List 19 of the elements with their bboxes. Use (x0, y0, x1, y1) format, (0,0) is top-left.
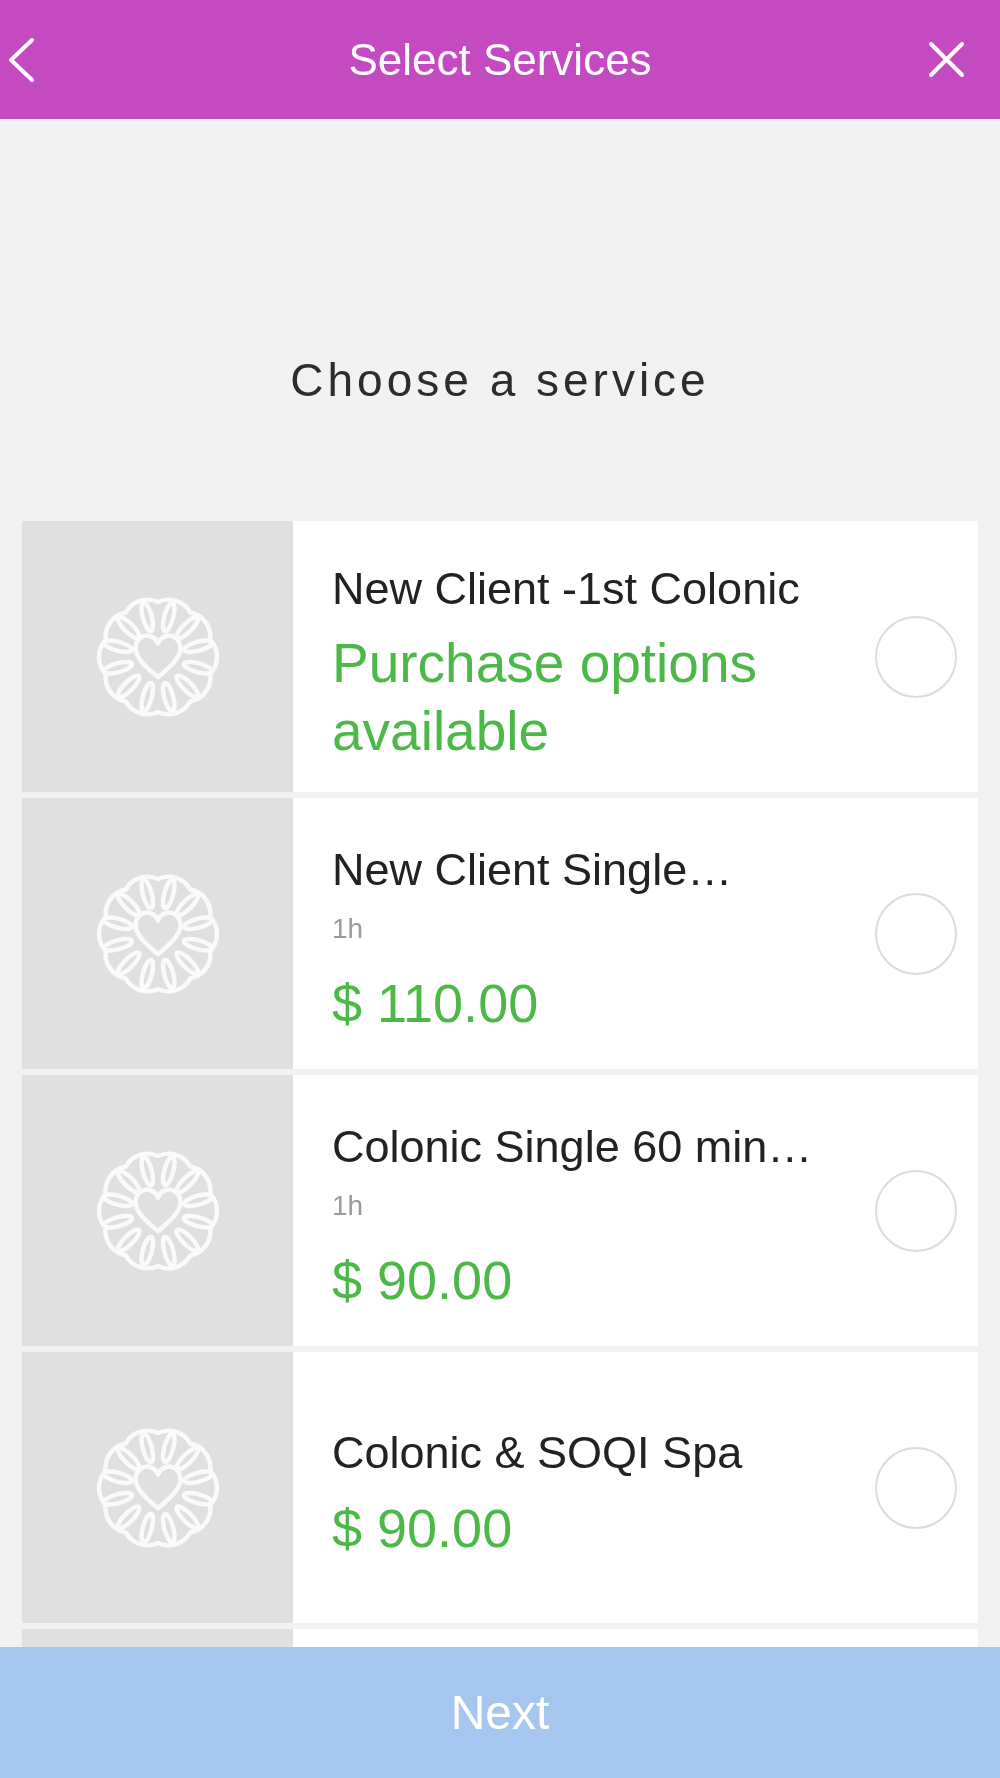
service-card[interactable]: New Client -1st Colonic Purchase options available (22, 521, 978, 792)
close-icon[interactable] (928, 41, 965, 78)
service-card[interactable]: Colonic & SOQI Spa $ 90.00 (22, 1352, 978, 1623)
service-card[interactable]: New Client Single… 1h $ 110.00 (22, 798, 978, 1069)
service-title: Colonic & SOQI Spa (332, 1425, 743, 1480)
duration-text: 1h (332, 1188, 364, 1223)
section-heading: Choose a service (290, 354, 710, 406)
service-title: New Client -1st Colonic (332, 561, 800, 616)
service-card[interactable]: Colonic Single 60 min… 1h $ 90.00 (22, 1075, 978, 1346)
purchase-options-text: Purchase options available (332, 630, 758, 764)
price-text: $ 110.00 (332, 971, 539, 1035)
service-card[interactable] (22, 1629, 978, 1647)
duration-text: 1h (332, 911, 364, 946)
back-icon[interactable] (8, 37, 35, 82)
service-title: Colonic Single 60 min… (332, 1119, 813, 1174)
page-title: Select Services (348, 33, 652, 86)
service-title: New Client Single… (332, 842, 733, 897)
price-text: $ 90.00 (332, 1496, 513, 1560)
price-text: $ 90.00 (332, 1248, 513, 1312)
